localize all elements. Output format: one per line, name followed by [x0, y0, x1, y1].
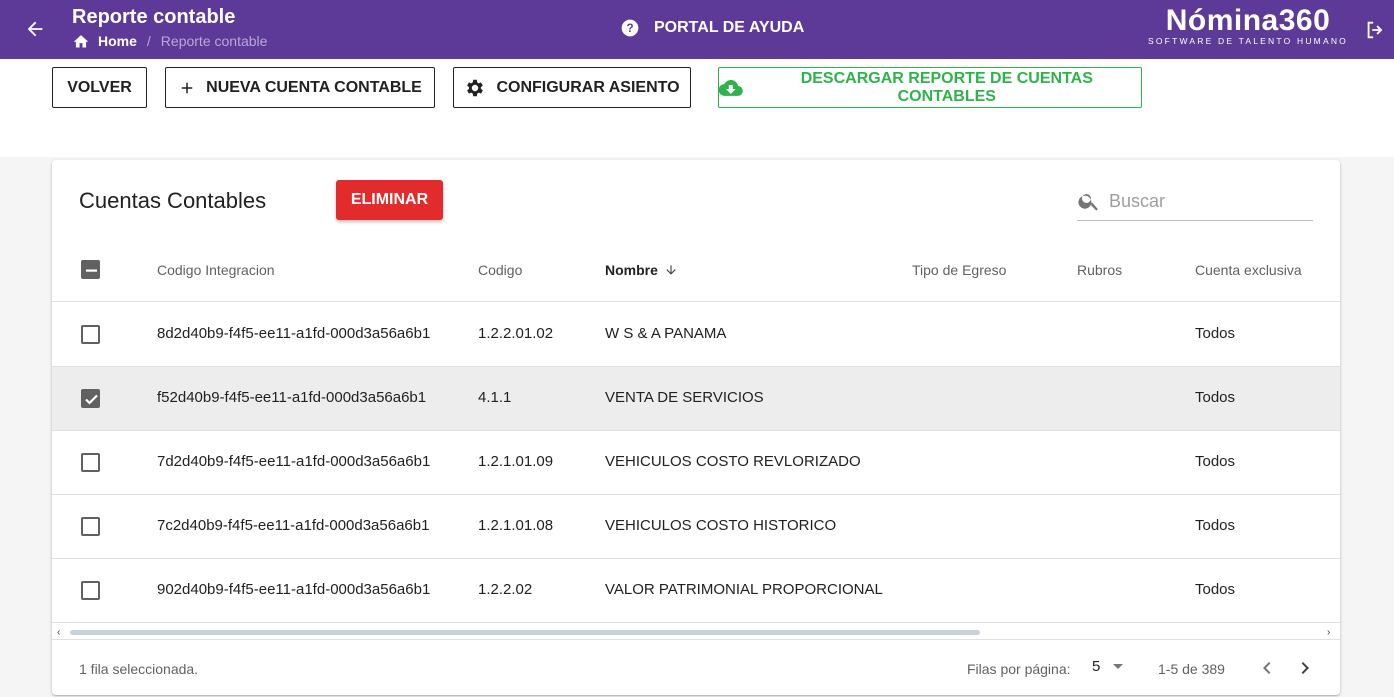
table-row[interactable]: 902d40b9-f4f5-ee11-a1fd-000d3a56a6b1 1.2… [52, 559, 1340, 623]
row-checkbox[interactable] [81, 453, 100, 472]
table-row[interactable]: f52d40b9-f4f5-ee11-a1fd-000d3a56a6b1 4.1… [52, 367, 1340, 431]
back-arrow-icon[interactable] [24, 18, 46, 40]
breadcrumb: Home / Reporte contable [72, 33, 267, 49]
col-nombre-label: Nombre [605, 262, 658, 278]
row-checkbox[interactable] [81, 325, 100, 344]
nueva-cuenta-button[interactable]: NUEVA CUENTA CONTABLE [165, 67, 435, 108]
breadcrumb-separator: / [146, 33, 151, 49]
search-icon [1078, 194, 1098, 211]
nueva-cuenta-label: NUEVA CUENTA CONTABLE [206, 78, 422, 96]
pagination-range: 1-5 de 389 [1158, 661, 1225, 677]
horizontal-scrollbar[interactable]: ‹ › [52, 624, 1340, 640]
scroll-right-icon[interactable]: › [1327, 627, 1330, 638]
table-footer: 1 fila seleccionada. Filas por página: 5… [52, 640, 1340, 695]
cell-exclusiva: Todos [1195, 581, 1236, 598]
logout-icon[interactable] [1364, 19, 1386, 41]
page-title: Reporte contable [72, 6, 236, 28]
scroll-left-icon[interactable]: ‹ [57, 627, 60, 638]
col-rubros[interactable]: Rubros [1077, 262, 1122, 278]
selection-info: 1 fila seleccionada. [79, 661, 199, 677]
dropdown-arrow-icon [1113, 663, 1124, 669]
plus-icon [181, 82, 193, 93]
col-codigo[interactable]: Codigo [478, 262, 522, 278]
descargar-reporte-label: DESCARGAR REPORTE DE CUENTAS CONTABLES [800, 69, 1093, 105]
brand-name: Nómina360 [1165, 4, 1331, 37]
gear-icon [467, 79, 484, 96]
eliminar-button[interactable]: ELIMINAR [336, 180, 443, 220]
rows-per-page-label: Filas por página: [967, 661, 1071, 677]
row-checkbox[interactable] [81, 517, 100, 536]
scrollbar-thumb[interactable] [70, 630, 980, 635]
cell-codigo: 1.2.1.01.08 [478, 517, 554, 534]
row-checkbox[interactable] [81, 581, 100, 600]
select-all-checkbox[interactable] [81, 260, 100, 279]
minus-icon [86, 269, 97, 272]
cell-nombre: VALOR PATRIMONIAL PROPORCIONAL [605, 581, 883, 598]
configurar-asiento-label: CONFIGURAR ASIENTO [496, 78, 680, 96]
search-box [1077, 182, 1313, 221]
breadcrumb-current: Reporte contable [160, 33, 268, 49]
table-row[interactable]: 7c2d40b9-f4f5-ee11-a1fd-000d3a56a6b1 1.2… [52, 495, 1340, 559]
cell-integracion: f52d40b9-f4f5-ee11-a1fd-000d3a56a6b1 [157, 389, 427, 406]
cell-integracion: 902d40b9-f4f5-ee11-a1fd-000d3a56a6b1 [157, 581, 431, 598]
cloud-download-icon [719, 79, 743, 96]
cell-codigo: 4.1.1 [478, 389, 512, 406]
cell-exclusiva: Todos [1195, 389, 1236, 406]
cell-nombre: VEHICULOS COSTO REVLORIZADO [605, 453, 861, 470]
card-title: Cuentas Contables [79, 188, 267, 213]
prev-page-icon[interactable] [1255, 656, 1279, 680]
help-portal-link[interactable]: ? PORTAL DE AYUDA [620, 18, 804, 38]
rows-per-page-select[interactable]: 5 [1092, 658, 1124, 675]
cell-codigo: 1.2.1.01.09 [478, 453, 554, 470]
cell-integracion: 7c2d40b9-f4f5-ee11-a1fd-000d3a56a6b1 [157, 517, 430, 534]
col-cuenta-exclusiva[interactable]: Cuenta exclusiva [1195, 262, 1302, 278]
rows-per-page-value: 5 [1092, 658, 1101, 675]
col-nombre[interactable]: Nombre [605, 262, 678, 278]
cell-codigo: 1.2.2.02 [478, 581, 533, 598]
cell-integracion: 7d2d40b9-f4f5-ee11-a1fd-000d3a56a6b1 [157, 453, 431, 470]
volver-button[interactable]: VOLVER [52, 67, 147, 108]
cell-integracion: 8d2d40b9-f4f5-ee11-a1fd-000d3a56a6b1 [157, 325, 431, 342]
volver-label: VOLVER [67, 78, 132, 96]
table-row[interactable]: 8d2d40b9-f4f5-ee11-a1fd-000d3a56a6b1 1.2… [52, 303, 1340, 367]
cell-exclusiva: Todos [1195, 453, 1236, 470]
breadcrumb-home[interactable]: Home [72, 33, 137, 49]
cell-exclusiva: Todos [1195, 325, 1236, 342]
configurar-asiento-button[interactable]: CONFIGURAR ASIENTO [453, 67, 691, 108]
table-row[interactable]: 7d2d40b9-f4f5-ee11-a1fd-000d3a56a6b1 1.2… [52, 431, 1340, 495]
col-tipo-egreso[interactable]: Tipo de Egreso [912, 262, 1006, 278]
check-icon [85, 394, 98, 405]
descargar-reporte-button[interactable]: DESCARGAR REPORTE DE CUENTAS CONTABLES [718, 67, 1142, 108]
cell-codigo: 1.2.2.01.02 [478, 325, 554, 342]
home-icon [73, 35, 89, 48]
svg-text:?: ? [626, 22, 633, 35]
cell-nombre: W S & A PANAMA [605, 325, 727, 342]
search-input[interactable] [1109, 190, 1309, 212]
brand-tagline: SOFTWARE DE TALENTO HUMANO [1148, 36, 1348, 46]
col-codigo-integracion[interactable]: Codigo Integracion [157, 262, 275, 278]
sort-arrow-down-icon [666, 265, 676, 275]
cell-nombre: VENTA DE SERVICIOS [605, 389, 764, 406]
breadcrumb-home-label: Home [98, 33, 137, 49]
brand-logo: Nómina360 SOFTWARE DE TALENTO HUMANO [1148, 4, 1348, 46]
help-icon: ? [621, 19, 639, 37]
cell-nombre: VEHICULOS COSTO HISTORICO [605, 517, 837, 534]
row-checkbox[interactable] [81, 389, 100, 408]
table-header: Codigo Integracion Codigo Nombre Tipo de… [52, 238, 1340, 302]
cell-exclusiva: Todos [1195, 517, 1236, 534]
action-toolbar: VOLVER NUEVA CUENTA CONTABLE CONFIGURAR … [0, 59, 1394, 157]
next-page-icon[interactable] [1293, 656, 1317, 680]
help-portal-label: PORTAL DE AYUDA [654, 19, 805, 36]
app-header: Reporte contable Home / Reporte contable… [0, 0, 1394, 59]
cuentas-card: Cuentas Contables ELIMINAR Codigo Integr… [52, 160, 1340, 695]
